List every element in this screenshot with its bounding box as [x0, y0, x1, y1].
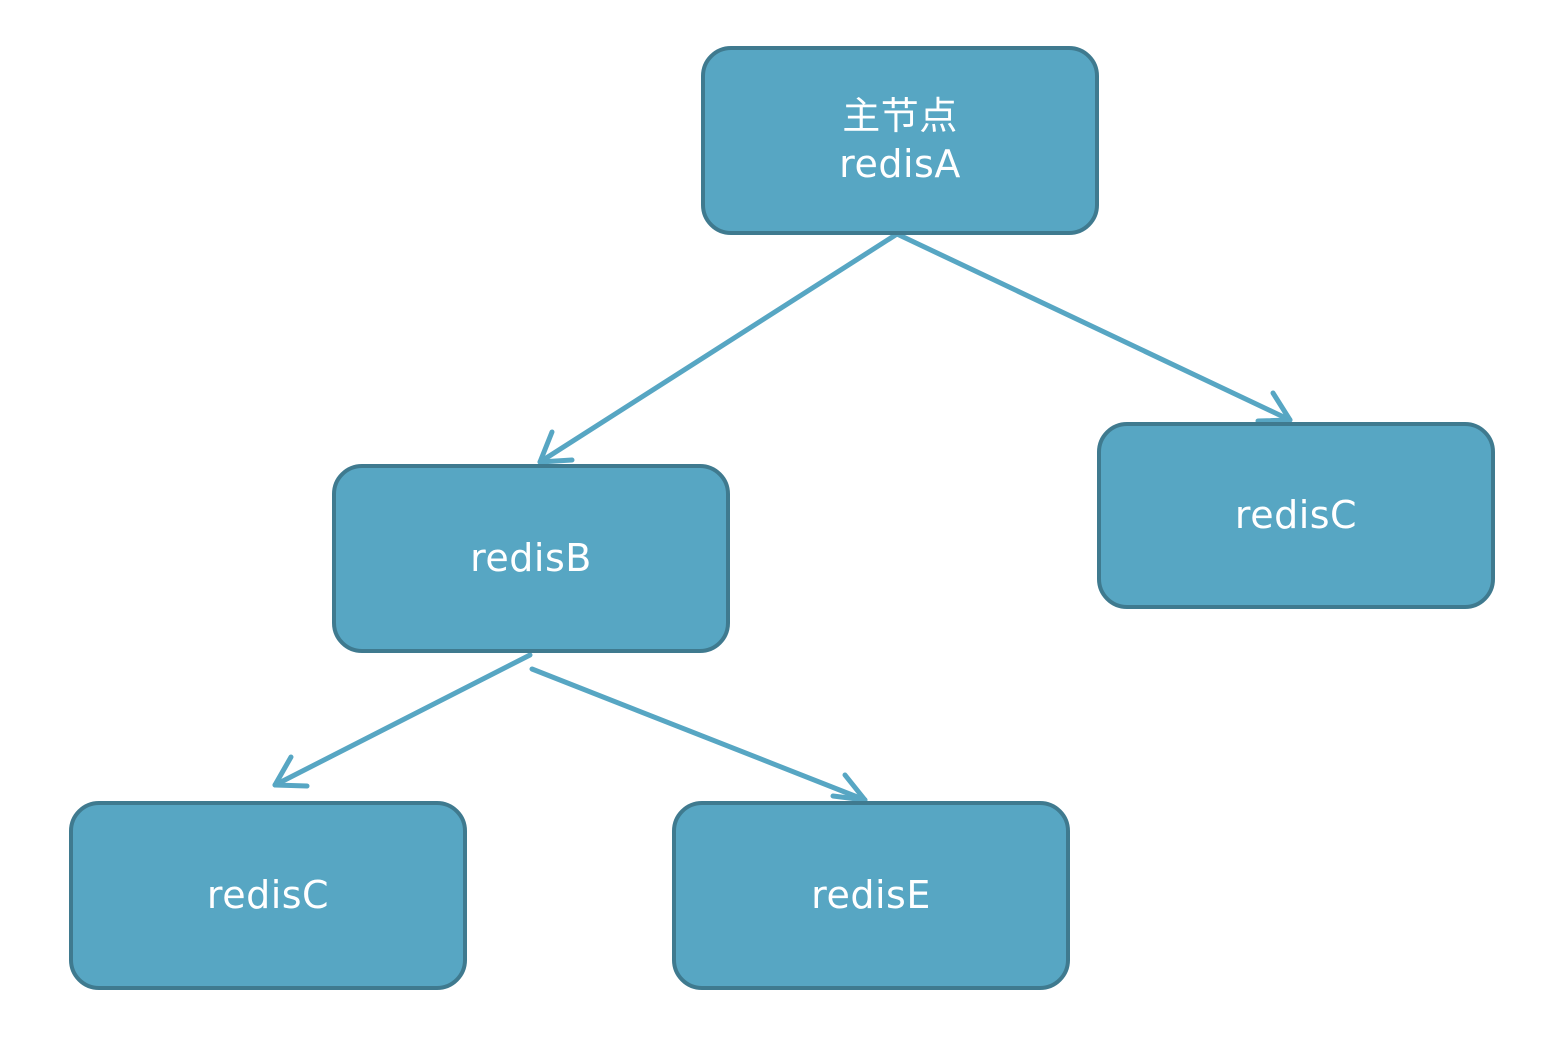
- node-c1-label: redisC: [1234, 492, 1358, 537]
- node-a-line2: redisA: [839, 141, 961, 186]
- node-redis-b: redisB: [332, 464, 730, 653]
- node-b-label: redisB: [470, 535, 592, 580]
- node-redis-a-master: 主节点 redisA: [701, 46, 1099, 235]
- edge-b-to-e: [529, 666, 868, 803]
- edge-a-to-c1: [894, 231, 1293, 424]
- node-redis-c-right: redisC: [1097, 422, 1495, 609]
- node-redis-c-bottom: redisC: [69, 801, 467, 990]
- node-a-line1: 主节点: [842, 94, 958, 138]
- edge-b-to-c2: [272, 652, 533, 789]
- node-redis-e: redisE: [672, 801, 1070, 990]
- node-c2-label: redisC: [206, 872, 330, 917]
- node-e-label: redisE: [811, 872, 931, 917]
- edge-a-to-b: [537, 231, 900, 465]
